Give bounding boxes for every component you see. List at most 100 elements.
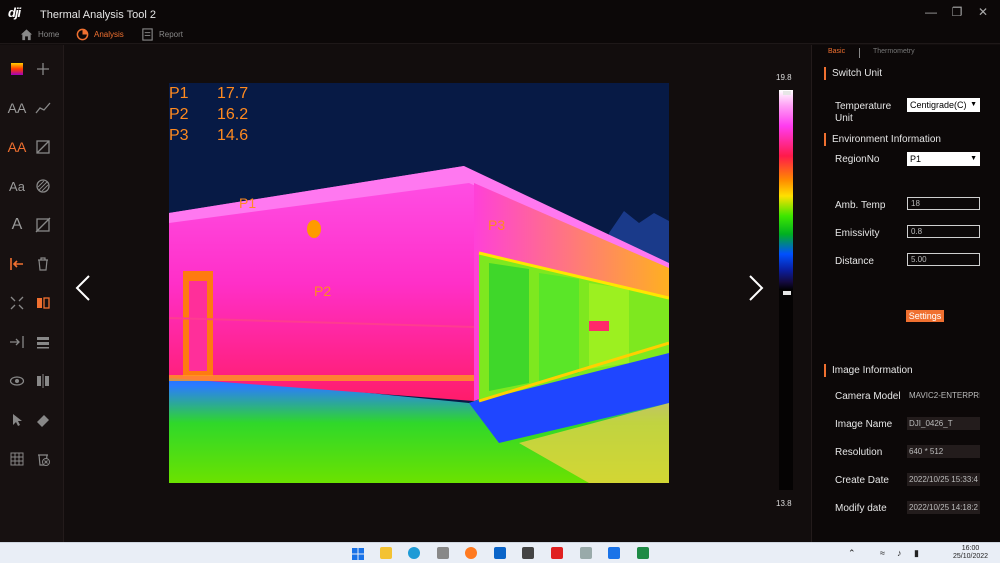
battery-icon[interactable]: ▮ bbox=[914, 548, 919, 559]
chevron-right-icon bbox=[749, 275, 764, 301]
scale-min-handle[interactable] bbox=[783, 291, 791, 295]
title-bar: dji Thermal Analysis Tool 2 — ❐ ✕ bbox=[0, 0, 1000, 24]
delete-icon[interactable] bbox=[33, 254, 53, 274]
clock-time: 16:00 bbox=[961, 545, 980, 552]
close-icon[interactable]: ✕ bbox=[972, 4, 994, 20]
volume-icon[interactable]: ♪ bbox=[897, 548, 902, 558]
line-measure-icon[interactable] bbox=[33, 98, 53, 118]
readout-p1-label: P1 bbox=[169, 85, 189, 102]
region-value: P1 bbox=[910, 154, 922, 164]
nav-home[interactable]: Home bbox=[20, 26, 59, 42]
view-icon[interactable] bbox=[7, 371, 27, 391]
taskbar-app-icon[interactable] bbox=[437, 547, 449, 559]
text-small-icon[interactable]: Aa bbox=[7, 176, 27, 196]
stack-icon[interactable] bbox=[33, 332, 53, 352]
info-value-modify-date: 2022/10/25 14:18:2 bbox=[907, 501, 980, 514]
app-window: dji Thermal Analysis Tool 2 — ❐ ✕ Home A… bbox=[0, 0, 1000, 563]
amb-temp-input[interactable]: 18 bbox=[907, 197, 980, 210]
image-viewer: P1 17.7 P2 16.2 P3 14.6 P1 P2 P3 bbox=[65, 45, 810, 542]
region-label: RegionNo bbox=[835, 154, 880, 165]
screenshot-icon[interactable] bbox=[551, 547, 563, 559]
point-marker-p3[interactable]: P3 bbox=[488, 217, 505, 233]
tab-basic[interactable]: Basic bbox=[828, 48, 845, 55]
emissivity-label: Emissivity bbox=[835, 228, 880, 239]
section-image-info: Image Information bbox=[824, 364, 913, 377]
readout-p3-value: 14.6 bbox=[217, 127, 249, 144]
back-icon[interactable] bbox=[7, 254, 27, 274]
file-explorer-icon[interactable] bbox=[380, 547, 392, 559]
palette-icon[interactable] bbox=[7, 59, 27, 79]
tab-thermometry[interactable]: Thermometry bbox=[873, 48, 915, 55]
wifi-icon[interactable]: ≈ bbox=[880, 548, 885, 558]
ellipse-measure-icon[interactable] bbox=[33, 176, 53, 196]
windows-start-icon[interactable] bbox=[352, 547, 364, 560]
color-scale-track bbox=[779, 290, 793, 490]
text-orange-icon[interactable]: AA bbox=[7, 137, 27, 157]
region-select[interactable]: P1 ▼ bbox=[907, 152, 980, 166]
split-icon[interactable] bbox=[33, 371, 53, 391]
text-icon[interactable]: A bbox=[7, 215, 27, 235]
readout-p3-label: P3 bbox=[169, 127, 189, 144]
main-nav: Home Analysis Report bbox=[0, 24, 1000, 44]
minimize-icon[interactable]: — bbox=[920, 4, 942, 20]
distance-label: Distance bbox=[835, 256, 874, 267]
color-scale-bar[interactable] bbox=[779, 90, 793, 290]
restore-icon[interactable]: ❐ bbox=[946, 4, 968, 20]
tab-separator bbox=[859, 48, 860, 58]
analysis-icon bbox=[76, 28, 89, 40]
info-label-create-date: Create Date bbox=[835, 475, 889, 486]
scale-max-label: 19.8 bbox=[776, 73, 792, 82]
amb-temp-label: Amb. Temp bbox=[835, 200, 886, 211]
section-environment: Environment Information bbox=[824, 133, 941, 146]
thermal-image[interactable]: P1 17.7 P2 16.2 P3 14.6 P1 P2 P3 bbox=[169, 83, 669, 483]
radio-icon[interactable] bbox=[522, 547, 534, 559]
point-marker-p1[interactable]: P1 bbox=[239, 195, 256, 211]
firefox-icon[interactable] bbox=[465, 547, 477, 559]
chevron-left-icon bbox=[75, 275, 90, 301]
text-size-icon[interactable]: AA bbox=[7, 98, 27, 118]
info-value-create-date: 2022/10/25 15:33:4 bbox=[907, 473, 980, 486]
nav-report-label: Report bbox=[159, 29, 184, 39]
info-label-camera-model: Camera Model bbox=[835, 391, 901, 402]
chevron-down-icon: ▼ bbox=[970, 155, 977, 162]
section-switch-unit: Switch Unit bbox=[824, 67, 882, 80]
chevron-down-icon: ▼ bbox=[970, 101, 977, 108]
point-marker-p2[interactable]: P2 bbox=[314, 283, 331, 299]
network-app-icon[interactable] bbox=[580, 547, 592, 559]
chevron-up-icon[interactable]: ⌃ bbox=[848, 548, 856, 559]
temperature-unit-select[interactable]: Centigrade(C) ▼ bbox=[907, 98, 980, 112]
tool-sidebar: AA AA Aa A bbox=[0, 45, 64, 542]
settings-button[interactable]: Settings bbox=[906, 310, 944, 322]
thermal-tool-icon[interactable] bbox=[608, 547, 620, 559]
distance-input[interactable]: 5.00 bbox=[907, 253, 980, 266]
taskbar-clock[interactable]: 16:00 25/10/2022 bbox=[953, 545, 988, 561]
nav-analysis[interactable]: Analysis bbox=[76, 26, 124, 42]
prev-image-button[interactable] bbox=[71, 273, 95, 303]
scale-max-handle[interactable] bbox=[783, 91, 791, 95]
point-measure-icon[interactable] bbox=[33, 59, 53, 79]
zoom-icon[interactable] bbox=[7, 293, 27, 313]
nav-analysis-label: Analysis bbox=[94, 29, 124, 39]
excel-icon[interactable] bbox=[637, 547, 649, 559]
edge-icon[interactable] bbox=[408, 547, 420, 559]
emissivity-input[interactable]: 0.8 bbox=[907, 225, 980, 238]
hide-area-icon[interactable] bbox=[33, 215, 53, 235]
readout-p1-value: 17.7 bbox=[217, 85, 249, 102]
info-value-resolution: 640 * 512 bbox=[907, 445, 980, 458]
cursor-icon[interactable] bbox=[7, 410, 27, 430]
home-icon bbox=[20, 28, 33, 40]
clock-date: 25/10/2022 bbox=[953, 553, 989, 560]
area-measure-icon[interactable] bbox=[33, 137, 53, 157]
import-icon[interactable] bbox=[7, 332, 27, 352]
eraser-icon[interactable] bbox=[33, 410, 53, 430]
info-value-camera-model: MAVIC2-ENTERPRISE bbox=[907, 389, 980, 402]
compare-icon[interactable] bbox=[33, 293, 53, 313]
nav-report[interactable]: Report bbox=[141, 26, 183, 42]
next-image-button[interactable] bbox=[744, 273, 768, 303]
outlook-icon[interactable] bbox=[494, 547, 506, 559]
info-label-image-name: Image Name bbox=[835, 419, 893, 430]
grid-icon[interactable] bbox=[7, 449, 27, 469]
dji-logo: dji bbox=[8, 5, 21, 20]
app-title: Thermal Analysis Tool 2 bbox=[40, 9, 156, 21]
clear-icon[interactable] bbox=[33, 449, 53, 469]
